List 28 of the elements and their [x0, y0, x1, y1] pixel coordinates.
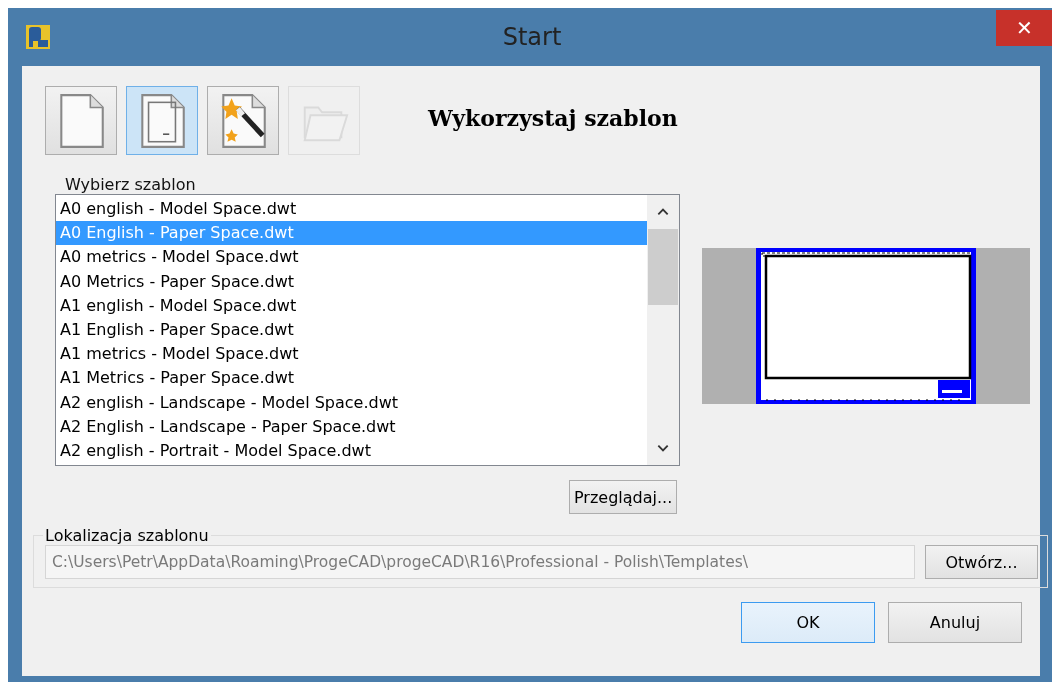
scrollbar[interactable]	[646, 195, 679, 465]
scrollbar-thumb[interactable]	[647, 229, 678, 305]
template-list-item[interactable]: A0 Metrics - Paper Space.dwt	[56, 269, 647, 294]
list-label: Wybierz szablon	[65, 175, 197, 194]
template-list[interactable]	[55, 194, 680, 466]
template-list-item[interactable]: A2 English - Landscape - Paper Space.dwt	[56, 414, 647, 439]
browse-button[interactable]: Przeglądaj...	[569, 480, 678, 514]
wizard-tool-button[interactable]	[207, 86, 279, 155]
app-logo-icon	[24, 23, 52, 51]
template-tool-button[interactable]	[126, 86, 198, 155]
ok-button[interactable]: OK	[741, 602, 875, 643]
scroll-down-icon[interactable]	[655, 443, 670, 453]
template-list-item[interactable]: A1 metrics - Model Space.dwt	[56, 342, 647, 367]
template-list-item[interactable]: A1 english - Model Space.dwt	[56, 293, 647, 318]
template-list-item[interactable]: A1 English - Paper Space.dwt	[56, 317, 647, 343]
open-button[interactable]: Otwórz...	[925, 545, 1038, 579]
location-label: Lokalizacja szablonu	[44, 526, 210, 545]
close-button[interactable]: ✕	[996, 10, 1052, 46]
window-title: Start	[502, 23, 562, 51]
template-list-item[interactable]: A2 english - Portrait - Model Space.dwt	[56, 438, 647, 464]
template-list-item[interactable]: A0 metrics - Model Space.dwt	[56, 245, 647, 270]
blank-tool-button[interactable]	[45, 86, 117, 155]
template-list-item[interactable]: A2 english - Landscape - Model Space.dwt	[56, 390, 647, 415]
template-list-item[interactable]: A1 Metrics - Paper Space.dwt	[56, 366, 647, 391]
section-heading: Wykorzystaj szablon	[428, 104, 678, 131]
cancel-button[interactable]: Anuluj	[888, 602, 1022, 643]
scroll-up-icon[interactable]	[655, 207, 670, 217]
template-list-item[interactable]: A0 english - Model Space.dwt	[56, 197, 647, 222]
